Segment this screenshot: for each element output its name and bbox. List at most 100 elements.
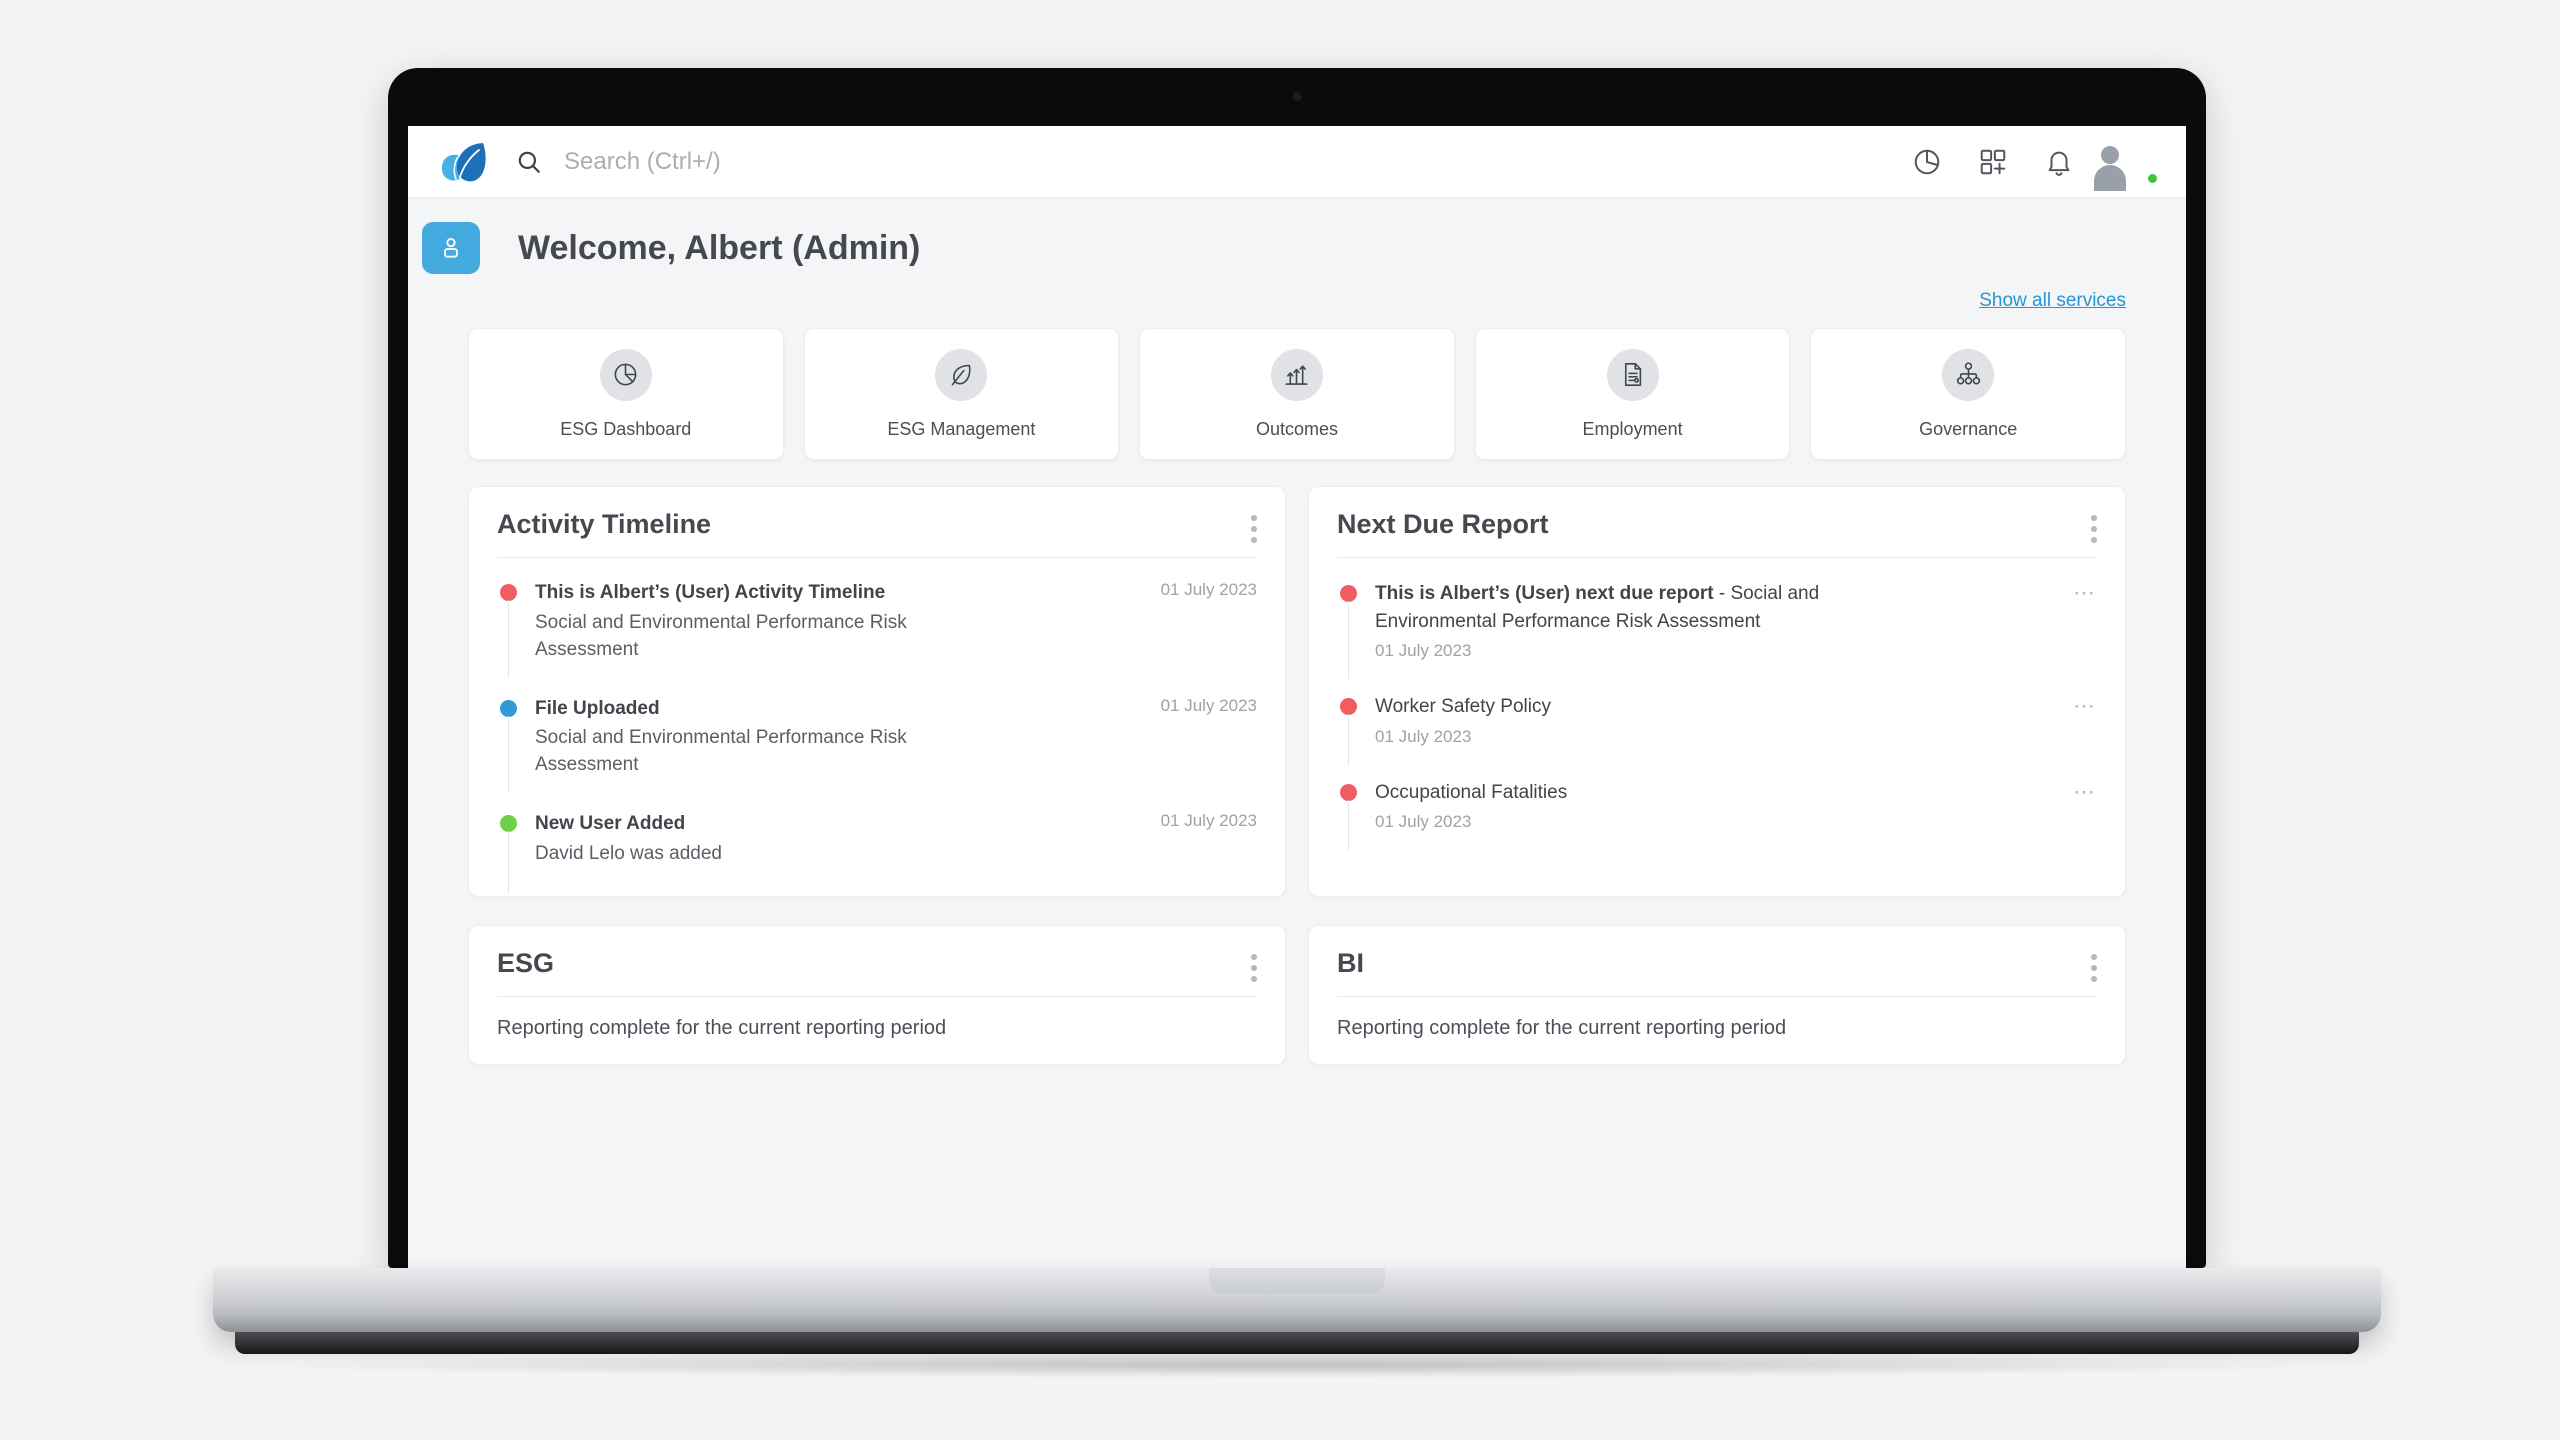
timeline-connector: [508, 600, 509, 678]
pie-chart-icon: [599, 348, 652, 401]
item-date: 01 July 2023: [1160, 695, 1257, 715]
welcome-row: Welcome, Albert (Admin): [408, 198, 2186, 274]
card-body: Reporting complete for the current repor…: [497, 1016, 947, 1039]
widget-header: Activity Timeline: [469, 487, 1285, 543]
service-card-employment[interactable]: Employment: [1474, 328, 1791, 460]
service-label: Governance: [1919, 418, 2018, 439]
grid-plus-icon[interactable]: [1978, 147, 2008, 177]
status-dot: [1340, 783, 1357, 801]
widget-title: BI: [1337, 947, 1364, 978]
search-icon: [516, 149, 542, 175]
item-date: 01 July 2023: [1375, 641, 1472, 661]
status-dot: [1340, 698, 1357, 716]
top-bar-actions: [1912, 138, 2159, 191]
bottom-cards-row: ESG Reporting complete for the current r…: [408, 897, 2186, 1065]
timeline-connector: [508, 715, 509, 794]
list-item[interactable]: File Uploaded 01 July 2023 Social and En…: [497, 695, 1257, 794]
services-row: ESG Dashboard ESG Management Outcomes Em…: [408, 312, 2186, 460]
show-all-services-row: Show all services: [408, 274, 2186, 312]
item-date: 01 July 2023: [1375, 726, 1472, 746]
widget-header: BI: [1309, 926, 2125, 982]
document-icon: [1606, 348, 1659, 401]
item-title: Worker Safety Policy: [1375, 696, 1551, 718]
item-description: Social and Environmental Performance Ris…: [535, 727, 907, 776]
timeline-connector: [1348, 601, 1349, 680]
org-chart-icon: [1942, 348, 1995, 401]
item-date: 01 July 2023: [1160, 811, 1257, 831]
timeline-connector: [1348, 799, 1349, 851]
service-card-esg-dashboard[interactable]: ESG Dashboard: [468, 328, 784, 460]
search-bar[interactable]: [516, 147, 1912, 176]
top-bar: [408, 126, 2186, 198]
list-item[interactable]: New User Added 01 July 2023 David Lelo w…: [497, 811, 1257, 894]
show-all-services-link[interactable]: Show all services: [1979, 290, 2126, 311]
ellipsis-icon[interactable]: ⋯: [2073, 779, 2097, 803]
service-label: ESG Management: [887, 418, 1036, 439]
screen: Welcome, Albert (Admin) Show all service…: [408, 126, 2186, 1277]
page-body: Welcome, Albert (Admin) Show all service…: [408, 198, 2186, 1277]
next-due-report-widget: Next Due Report This is Albert’s (User): [1308, 486, 2126, 897]
timeline-connector: [1348, 714, 1349, 765]
item-date: 01 July 2023: [1160, 580, 1257, 599]
avatar[interactable]: [2094, 138, 2159, 191]
list-item[interactable]: This is Albert’s (User) next due report …: [1337, 580, 2097, 680]
pie-chart-icon[interactable]: [1912, 147, 1942, 177]
leaf-icon: [935, 348, 988, 401]
leaf-logo[interactable]: [438, 139, 490, 185]
laptop-foot: [235, 1332, 2359, 1354]
item-title: File Uploaded: [535, 697, 660, 719]
service-card-esg-management[interactable]: ESG Management: [803, 328, 1120, 460]
widget-title: Next Due Report: [1337, 509, 1549, 539]
service-label: ESG Dashboard: [560, 418, 692, 439]
item-date: 01 July 2023: [1375, 812, 1472, 832]
widget-title: Activity Timeline: [497, 509, 712, 539]
next-due-list: This is Albert’s (User) next due report …: [1309, 558, 2125, 858]
laptop-base: [213, 1268, 2381, 1332]
status-badge: [2146, 171, 2159, 185]
widgets-row: Activity Timeline This is Albert’s (User…: [408, 460, 2186, 897]
screenshot-stage: MacBook Pro: [0, 0, 2560, 1440]
ellipsis-icon[interactable]: ⋯: [2073, 693, 2097, 717]
list-item[interactable]: This is Albert’s (User) Activity Timelin…: [497, 580, 1257, 678]
service-label: Employment: [1582, 418, 1683, 439]
search-input[interactable]: [564, 147, 1084, 176]
item-title: This is Albert’s (User) next due report …: [1375, 580, 1845, 635]
card-body: Reporting complete for the current repor…: [1337, 1016, 1787, 1039]
ellipsis-icon[interactable]: ⋯: [2073, 580, 2097, 604]
widget-header: ESG: [469, 926, 1285, 982]
bell-icon[interactable]: [2044, 147, 2074, 177]
item-title: Occupational Fatalities: [1375, 781, 1568, 803]
item-description: Social and Environmental Performance Ris…: [535, 611, 907, 660]
laptop-lid: MacBook Pro: [388, 68, 2206, 1277]
item-title: This is Albert’s (User) Activity Timelin…: [535, 582, 886, 603]
item-title-bold: This is Albert’s (User) next due report: [1375, 583, 1714, 604]
item-title: New User Added: [535, 813, 686, 835]
kebab-menu-icon[interactable]: [2091, 509, 2097, 543]
service-label: Outcomes: [1255, 418, 1338, 439]
list-item[interactable]: Occupational Fatalities ⋯ 01 July 2023: [1337, 779, 2097, 851]
kebab-menu-icon[interactable]: [2091, 948, 2097, 982]
timeline-list: This is Albert’s (User) Activity Timelin…: [469, 558, 1285, 896]
laptop-notch: [1209, 1268, 1385, 1294]
status-dot: [500, 699, 517, 717]
widget-title: ESG: [497, 947, 555, 978]
esg-card: ESG Reporting complete for the current r…: [468, 924, 1286, 1065]
activity-timeline-widget: Activity Timeline This is Albert’s (User…: [468, 486, 1286, 897]
growth-bars-icon: [1270, 348, 1323, 401]
kebab-menu-icon[interactable]: [1251, 509, 1257, 543]
user-icon[interactable]: [422, 222, 480, 274]
kebab-menu-icon[interactable]: [1251, 948, 1257, 982]
widget-header: Next Due Report: [1309, 487, 2125, 543]
status-dot: [500, 815, 517, 833]
page-title: Welcome, Albert (Admin): [518, 228, 921, 267]
status-dot: [500, 584, 517, 601]
service-card-governance[interactable]: Governance: [1810, 328, 2126, 460]
service-card-outcomes[interactable]: Outcomes: [1139, 328, 1455, 460]
item-description: David Lelo was added: [535, 842, 722, 864]
laptop-shadow: [280, 1352, 2310, 1378]
status-dot: [1340, 585, 1357, 602]
timeline-connector: [508, 831, 509, 894]
list-item[interactable]: Worker Safety Policy ⋯ 01 July 2023: [1337, 693, 2097, 765]
webcam-icon: [1292, 92, 1302, 101]
bi-card: BI Reporting complete for the current re…: [1308, 924, 2126, 1065]
